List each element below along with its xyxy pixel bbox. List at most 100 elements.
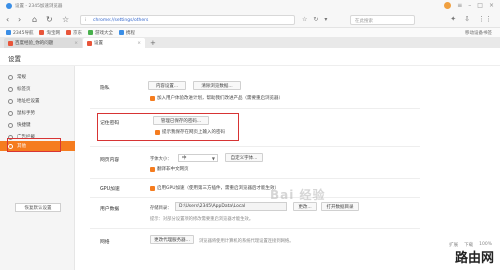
maximize-icon[interactable]: □ xyxy=(477,2,483,9)
sidebar-highlight-box xyxy=(7,138,61,152)
bookmark-item[interactable]: 淘宝网 xyxy=(39,30,60,36)
bookmark-icon xyxy=(39,30,45,35)
corner-logo: 路由网 xyxy=(454,251,494,266)
gpu-checkbox[interactable]: 启用GPU加速（使用第三方插件，需重启浏览器后才能生效） xyxy=(150,185,279,191)
custom-font-button[interactable]: 自定义字体... xyxy=(225,153,263,162)
back-icon[interactable]: ‹ xyxy=(6,15,9,24)
mobile-bookmarks[interactable]: 移动设备书签 xyxy=(465,30,492,36)
bookmark-icon xyxy=(65,30,71,35)
password-highlight-box xyxy=(97,113,239,141)
proxy-settings-button[interactable]: 更改代理服务器... xyxy=(150,235,194,244)
network-hint: 浏览器将使用计算机的系统代理设置连接到网络。 xyxy=(199,239,294,244)
sidebar-item-mouse-gesture[interactable]: 鼠标手势 xyxy=(0,108,75,118)
sidebar-item-label: 快捷键 xyxy=(17,123,31,128)
font-size-value: 中 xyxy=(182,156,187,161)
extensions-icon[interactable]: ✦ xyxy=(450,15,456,23)
search-placeholder: 在此搜索 xyxy=(355,19,373,24)
bookmark-icon xyxy=(6,30,11,35)
bookmark-label: 2345导航 xyxy=(13,30,34,36)
checkbox-label: 启用GPU加速（使用第三方插件，需重启浏览器后才能生效） xyxy=(157,186,279,191)
apps-icon[interactable]: ⋮⋮ xyxy=(478,15,492,23)
star-icon[interactable]: ☆ xyxy=(62,15,69,24)
tab-close-icon[interactable]: × xyxy=(74,41,78,46)
forward-icon[interactable]: › xyxy=(18,15,21,24)
bookmark-icon xyxy=(87,30,93,35)
reload-icon[interactable]: ↻ xyxy=(46,15,53,24)
tab-favicon-icon xyxy=(87,40,92,46)
bookmark-item[interactable]: 京东 xyxy=(65,30,82,36)
menu-icon[interactable]: ≡ xyxy=(457,2,462,9)
settings-sidebar: 常规 标签页 地址栏设置 鼠标手势 快捷键 广告拦截 其他 恢复默认设置 xyxy=(0,66,75,270)
watermark: Bai 经验 xyxy=(270,188,326,202)
general-icon xyxy=(8,74,13,80)
userdata-hint: 提示：对部分设置项的修改需要重启浏览器才能生效。 xyxy=(150,217,254,222)
search-box[interactable]: 在此搜索 xyxy=(350,15,415,25)
translate-checkbox[interactable]: 翻译非中文网页 xyxy=(150,166,189,172)
refresh-icon[interactable]: ↻ xyxy=(313,16,318,23)
bookmark-item[interactable]: 游戏大全 xyxy=(87,30,113,36)
new-tab-icon[interactable]: + xyxy=(150,39,156,47)
address-url[interactable]: chrome://settings/others xyxy=(93,18,148,23)
checkbox-checked-icon xyxy=(150,166,155,172)
section-divider xyxy=(90,178,420,179)
section-label-privacy: 隐私 xyxy=(100,86,110,91)
close-icon[interactable]: × xyxy=(489,2,494,9)
font-size-select[interactable]: 中 ▼ xyxy=(178,154,218,162)
ux-program-checkbox[interactable]: 加入用户体验改进计划，帮助我们改进产品（需要重启浏览器） xyxy=(150,95,283,101)
section-divider xyxy=(90,228,420,229)
user-avatar[interactable] xyxy=(444,2,452,9)
page-title: 设置 xyxy=(8,55,21,63)
bookmarks-bar: 2345导航 淘宝网 京东 游戏大全 携程 移动设备书签 xyxy=(0,28,500,37)
section-label-network: 网络 xyxy=(100,240,110,245)
checkbox-label: 加入用户体验改进计划，帮助我们改进产品（需要重启浏览器） xyxy=(157,96,283,101)
keyboard-icon xyxy=(8,122,13,128)
minimize-icon[interactable]: – xyxy=(468,2,471,9)
home-icon[interactable]: ⌂ xyxy=(32,15,37,24)
bookmark-label: 淘宝网 xyxy=(46,30,60,36)
page-header: 设置 xyxy=(0,48,500,66)
sidebar-item-addressbar[interactable]: 地址栏设置 xyxy=(0,96,75,106)
bookmark-icon[interactable]: ☆ xyxy=(302,16,307,23)
storage-path-field[interactable]: D:\Users\2345\AppData\Local xyxy=(175,202,287,211)
addressbar-icon xyxy=(8,98,13,104)
section-label-content: 网页内容 xyxy=(100,158,120,163)
dropdown-icon[interactable]: ▾ xyxy=(324,16,327,23)
open-data-dir-button[interactable]: 打开数据目录 xyxy=(321,202,359,211)
tab-close-icon[interactable]: × xyxy=(137,41,141,46)
bookmark-item[interactable]: 2345导航 xyxy=(6,30,33,36)
sidebar-item-tabs[interactable]: 标签页 xyxy=(0,84,75,94)
sidebar-item-general[interactable]: 常规 xyxy=(0,72,75,82)
mouse-icon xyxy=(8,110,13,116)
checkbox-label: 翻译非中文网页 xyxy=(157,167,189,172)
restore-defaults-button[interactable]: 恢复默认设置 xyxy=(15,203,61,212)
bookmark-item[interactable]: 携程 xyxy=(118,30,135,36)
sidebar-item-label: 标签页 xyxy=(17,87,31,92)
window-title: 设置 - 2345加速浏览器 xyxy=(15,4,63,9)
bookmark-label: 京东 xyxy=(72,30,82,36)
info-icon[interactable]: i xyxy=(85,18,86,23)
toolbar-right: ✦ ⇩ ⋮⋮ xyxy=(450,15,492,23)
navigation-toolbar: ‹ › ⌂ ↻ ☆ i chrome://settings/others ☆ ↻… xyxy=(0,12,500,28)
tabs-icon xyxy=(8,86,13,92)
sidebar-item-shortcuts[interactable]: 快捷键 xyxy=(0,120,75,130)
section-divider xyxy=(90,108,420,109)
address-actions: ☆ ↻ ▾ xyxy=(302,16,327,23)
bookmark-label: 游戏大全 xyxy=(94,30,113,36)
address-bar[interactable]: i chrome://settings/others xyxy=(80,15,295,25)
browser-window: 设置 - 2345加速浏览器 ≡ – □ × ‹ › ⌂ ↻ ☆ i chrom… xyxy=(0,0,500,270)
section-divider xyxy=(90,146,420,147)
bookmark-icon xyxy=(118,30,124,35)
clear-data-button[interactable]: 清除浏览数据... xyxy=(193,81,241,90)
content-settings-button[interactable]: 内容设置... xyxy=(148,81,186,90)
window-controls: ≡ – □ × xyxy=(444,2,494,9)
chevron-down-icon: ▼ xyxy=(211,156,215,161)
section-label-gpu: GPU加速 xyxy=(100,187,120,192)
download-icon[interactable]: ⇩ xyxy=(464,15,470,23)
change-dir-button[interactable]: 更改... xyxy=(293,202,317,211)
tab-baidu[interactable]: 百度经验_你的问题 × xyxy=(4,38,82,48)
checkbox-checked-icon xyxy=(150,185,155,191)
checkbox-checked-icon xyxy=(150,95,155,101)
tab-label: 设置 xyxy=(94,41,103,46)
browser-logo-icon xyxy=(6,3,12,9)
tab-settings[interactable]: 设置 × xyxy=(83,38,145,48)
